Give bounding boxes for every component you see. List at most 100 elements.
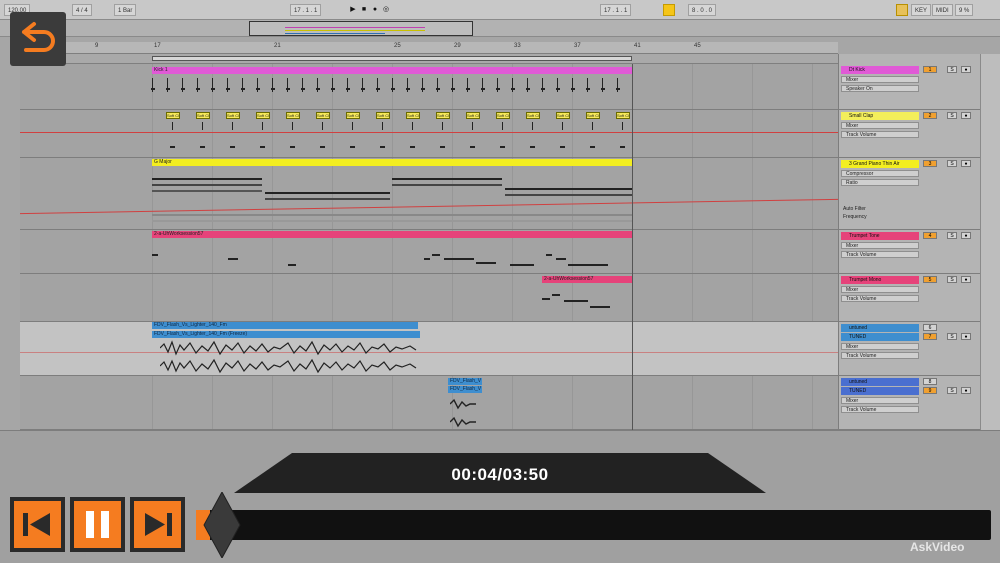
loop-start-field[interactable]: 17 . 1 . 1 (600, 4, 632, 16)
record-icon[interactable]: ● (370, 4, 380, 16)
clip-small-bottom[interactable]: FDV_Flash_V (448, 386, 482, 393)
key-map-icon[interactable] (896, 4, 908, 16)
track-number[interactable]: 6 (923, 324, 937, 331)
track-number[interactable]: 5 (923, 276, 937, 283)
clip-trumpet-mono[interactable]: 2-a-UhWorksession57 (542, 276, 632, 283)
track-header-7[interactable]: untuned 8 TUNED 9 S ● Mixer Track Volume (839, 376, 981, 430)
track-header-5[interactable]: Trumpet Mono 5 S ● Mixer Track Volume (839, 274, 981, 322)
clap-clip[interactable]: Soft Cl (496, 112, 510, 119)
track-header-1[interactable]: Dt Kick 1 S ● Mixer Speaker On (839, 64, 981, 110)
track-number[interactable]: 8 (923, 378, 937, 385)
seek-bar[interactable] (196, 510, 991, 540)
clip-small-top[interactable]: FDV_Flash_V (448, 378, 482, 385)
midi-map-button[interactable]: MIDI (932, 4, 953, 16)
solo-button[interactable]: S (947, 333, 957, 340)
clip-audio-bottom[interactable]: FDV_Flash_Vs_Lighter_140_Fm (Freeze) (152, 331, 420, 338)
control-chooser[interactable]: Track Volume (841, 131, 919, 138)
clap-clip[interactable]: Soft Cl (376, 112, 390, 119)
skip-forward-button[interactable] (130, 497, 185, 552)
arrangement-overview[interactable] (0, 20, 1000, 37)
arm-button[interactable]: ● (961, 333, 971, 340)
track-header-3[interactable]: 3 Grand Piano Thin Air 3 S ● Compressor … (839, 158, 981, 230)
quantize-menu[interactable]: 1 Bar (114, 4, 137, 16)
arm-button[interactable]: ● (961, 276, 971, 283)
arrangement-position-field[interactable]: 17 . 1 . 1 (290, 4, 322, 16)
control-chooser[interactable]: Track Volume (841, 406, 919, 413)
control-chooser[interactable]: Track Volume (841, 295, 919, 302)
track-lane-piano[interactable]: G Major (20, 158, 838, 230)
track-name[interactable]: TUNED (841, 333, 919, 341)
overview-viewport[interactable] (249, 21, 473, 36)
track-lane-trumpet-tone[interactable]: 2-a-UhWorksession57 (20, 230, 838, 274)
arm-button[interactable]: ● (961, 387, 971, 394)
solo-button[interactable]: S (947, 232, 957, 239)
group-name[interactable]: untuned (841, 324, 919, 332)
loop-brace[interactable] (152, 56, 632, 61)
clap-clip[interactable]: Soft Cl (196, 112, 210, 119)
device-chooser[interactable]: Mixer (841, 397, 919, 404)
clap-clip[interactable]: Soft Cl (436, 112, 450, 119)
track-name[interactable]: Dt Kick (841, 66, 919, 74)
track-header-6[interactable]: untuned 6 TUNED 7 S ● Mixer Track Volume (839, 322, 981, 376)
clip-trumpet-tone[interactable]: 2-a-UhWorksession57 (152, 231, 632, 238)
clap-clip[interactable]: Soft Cl (316, 112, 330, 119)
clip-piano[interactable]: G Major (152, 159, 632, 166)
arm-button[interactable]: ● (961, 112, 971, 119)
stop-icon[interactable]: ■ (359, 4, 369, 16)
track-name[interactable]: 3 Grand Piano Thin Air (841, 160, 919, 168)
clap-clip[interactable]: Soft Cl (256, 112, 270, 119)
solo-button[interactable]: S (947, 276, 957, 283)
device-chooser[interactable]: Mixer (841, 343, 919, 350)
arm-button[interactable]: ● (961, 160, 971, 167)
pause-button[interactable] (70, 497, 125, 552)
arm-button[interactable]: ● (961, 232, 971, 239)
track-name[interactable]: Trumpet Tone (841, 232, 919, 240)
clap-clip[interactable]: Soft Cl (166, 112, 180, 119)
track-number[interactable]: 2 (923, 112, 937, 119)
control-chooser[interactable]: Track Volume (841, 251, 919, 258)
play-icon[interactable]: ▶ (348, 4, 358, 16)
track-name[interactable]: Trumpet Mono (841, 276, 919, 284)
back-button[interactable] (10, 12, 66, 66)
track-number[interactable]: 7 (923, 333, 937, 340)
clip-kick[interactable]: Kick 1 (152, 67, 632, 74)
control-chooser[interactable]: Track Volume (841, 352, 919, 359)
arm-button[interactable]: ● (961, 66, 971, 73)
device-chooser[interactable]: Compressor (841, 170, 919, 177)
loop-switch-icon[interactable] (663, 4, 675, 16)
control-chooser[interactable]: Ratio (841, 179, 919, 186)
solo-button[interactable]: S (947, 112, 957, 119)
clap-clip[interactable]: Soft Cl (556, 112, 570, 119)
solo-button[interactable]: S (947, 387, 957, 394)
clap-clip[interactable]: Soft Cl (346, 112, 360, 119)
beat-time-ruler[interactable]: 9 17 21 25 29 33 37 41 45 (20, 42, 838, 54)
clap-clip[interactable]: Soft Cl (616, 112, 630, 119)
device-chooser[interactable]: Mixer (841, 286, 919, 293)
control-chooser[interactable]: Speaker On (841, 85, 919, 92)
device-chooser[interactable]: Mixer (841, 76, 919, 83)
group-name[interactable]: untuned (841, 378, 919, 386)
track-number[interactable]: 9 (923, 387, 937, 394)
device-chooser[interactable]: Mixer (841, 242, 919, 249)
device-chooser[interactable]: Mixer (841, 122, 919, 129)
track-header-2[interactable]: Small Clap 2 S ● Mixer Track Volume (839, 110, 981, 158)
seek-handle[interactable] (202, 492, 242, 558)
track-name[interactable]: Small Clap (841, 112, 919, 120)
arrangement-view[interactable]: Kick 1 Soft Cl Soft Cl Soft Cl Soft Cl Soft … (20, 64, 838, 430)
track-header-4[interactable]: Trumpet Tone 4 S ● Mixer Track Volume (839, 230, 981, 274)
track-number[interactable]: 4 (923, 232, 937, 239)
track-lane-kick[interactable]: Kick 1 (20, 64, 838, 110)
clap-clip[interactable]: Soft Cl (466, 112, 480, 119)
track-name[interactable]: TUNED (841, 387, 919, 395)
solo-button[interactable]: S (947, 160, 957, 167)
track-number[interactable]: 1 (923, 66, 937, 73)
loop-length-field[interactable]: 8 . 0 . 0 (688, 4, 717, 16)
clap-clip[interactable]: Soft Cl (286, 112, 300, 119)
overdub-icon[interactable]: ◎ (381, 4, 391, 16)
clap-clip[interactable]: Soft Cl (406, 112, 420, 119)
track-lane-clap[interactable]: Soft Cl Soft Cl Soft Cl Soft Cl Soft Cl Soft … (20, 110, 838, 158)
clap-clip[interactable]: Soft Cl (526, 112, 540, 119)
key-map-button[interactable]: KEY (911, 4, 932, 16)
time-signature-field[interactable]: 4 / 4 (72, 4, 92, 16)
solo-button[interactable]: S (947, 66, 957, 73)
